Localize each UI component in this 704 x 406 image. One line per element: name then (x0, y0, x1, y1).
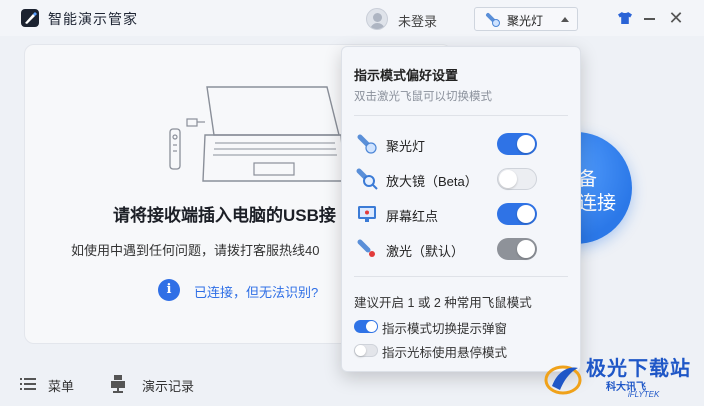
screen-red-dot-toggle[interactable] (497, 203, 537, 225)
presentation-record-label: 演示记录 (142, 379, 195, 394)
mode-preferences-popup: 指示模式偏好设置 双击激光飞鼠可以切换模式 聚光灯 放大镜（Beta） 屏幕红点 (341, 46, 581, 372)
watermark: 极光下载站 科大讯飞 iFLYTEK (542, 350, 702, 404)
hover-mode-toggle[interactable] (354, 344, 378, 357)
mode-row-screen-red-dot: 屏幕红点 (354, 201, 568, 227)
mode-dropdown[interactable]: 聚光灯 (474, 7, 578, 31)
spotlight-icon (357, 134, 377, 154)
divider (354, 276, 568, 277)
info-icon: i (158, 279, 180, 301)
mode-label: 放大镜（Beta） (386, 174, 478, 189)
connected-unrecognized-link[interactable]: 已连接，但无法识别? (194, 282, 318, 301)
title-bar: 智能演示管家 未登录 聚光灯 ✕ (0, 0, 704, 36)
watermark-logo-icon (544, 365, 582, 395)
connect-device-label: 备 连接 (578, 169, 617, 214)
app-logo-icon (21, 9, 39, 27)
mode-label: 屏幕红点 (386, 209, 439, 224)
mode-dropdown-label: 聚光灯 (507, 14, 544, 28)
user-avatar-icon[interactable] (366, 8, 388, 30)
mode-label: 聚光灯 (386, 139, 426, 154)
laser-icon (357, 239, 375, 257)
watermark-subtext-en: iFLYTEK (628, 390, 660, 399)
spotlight-toggle[interactable] (497, 133, 537, 155)
screen-red-dot-icon (358, 206, 376, 222)
suggest-text: 建议开启 1 或 2 种常用飞鼠模式 (354, 296, 532, 310)
login-status[interactable]: 未登录 (398, 11, 437, 30)
popup-subtitle: 双击激光飞鼠可以切换模式 (354, 91, 492, 103)
shirt-icon[interactable] (617, 10, 633, 26)
divider (354, 115, 568, 116)
option-label: 指示光标使用悬停模式 (382, 346, 508, 360)
popup-title: 指示模式偏好设置 (354, 68, 459, 83)
mode-row-laser: 激光（默认） (354, 236, 568, 262)
watermark-text: 极光下载站 (586, 358, 691, 380)
menu-label: 菜单 (48, 379, 75, 394)
presentation-record-icon (111, 375, 125, 393)
mode-row-magnifier: 放大镜（Beta） (354, 166, 568, 192)
mode-label: 激光（默认） (386, 244, 465, 259)
mode-row-spotlight: 聚光灯 (354, 131, 568, 157)
option-label: 指示模式切换提示弹窗 (382, 322, 508, 336)
laptop-usb-illustration (169, 86, 346, 182)
caret-up-icon (561, 17, 569, 22)
app-title: 智能演示管家 (48, 11, 138, 27)
help-text: 如使用中遇到任何问题，请拨打客服热线40 (71, 243, 320, 258)
hamburger-menu-icon (20, 378, 36, 390)
magnifier-toggle[interactable] (497, 168, 537, 190)
laser-toggle[interactable] (497, 238, 537, 260)
minimize-button[interactable] (640, 8, 658, 28)
close-button[interactable]: ✕ (666, 8, 686, 28)
magnifier-icon (356, 168, 378, 190)
spotlight-icon (486, 13, 500, 27)
headline: 请将接收端插入电脑的USB接 (113, 206, 336, 225)
switch-popup-toggle[interactable] (354, 320, 378, 333)
